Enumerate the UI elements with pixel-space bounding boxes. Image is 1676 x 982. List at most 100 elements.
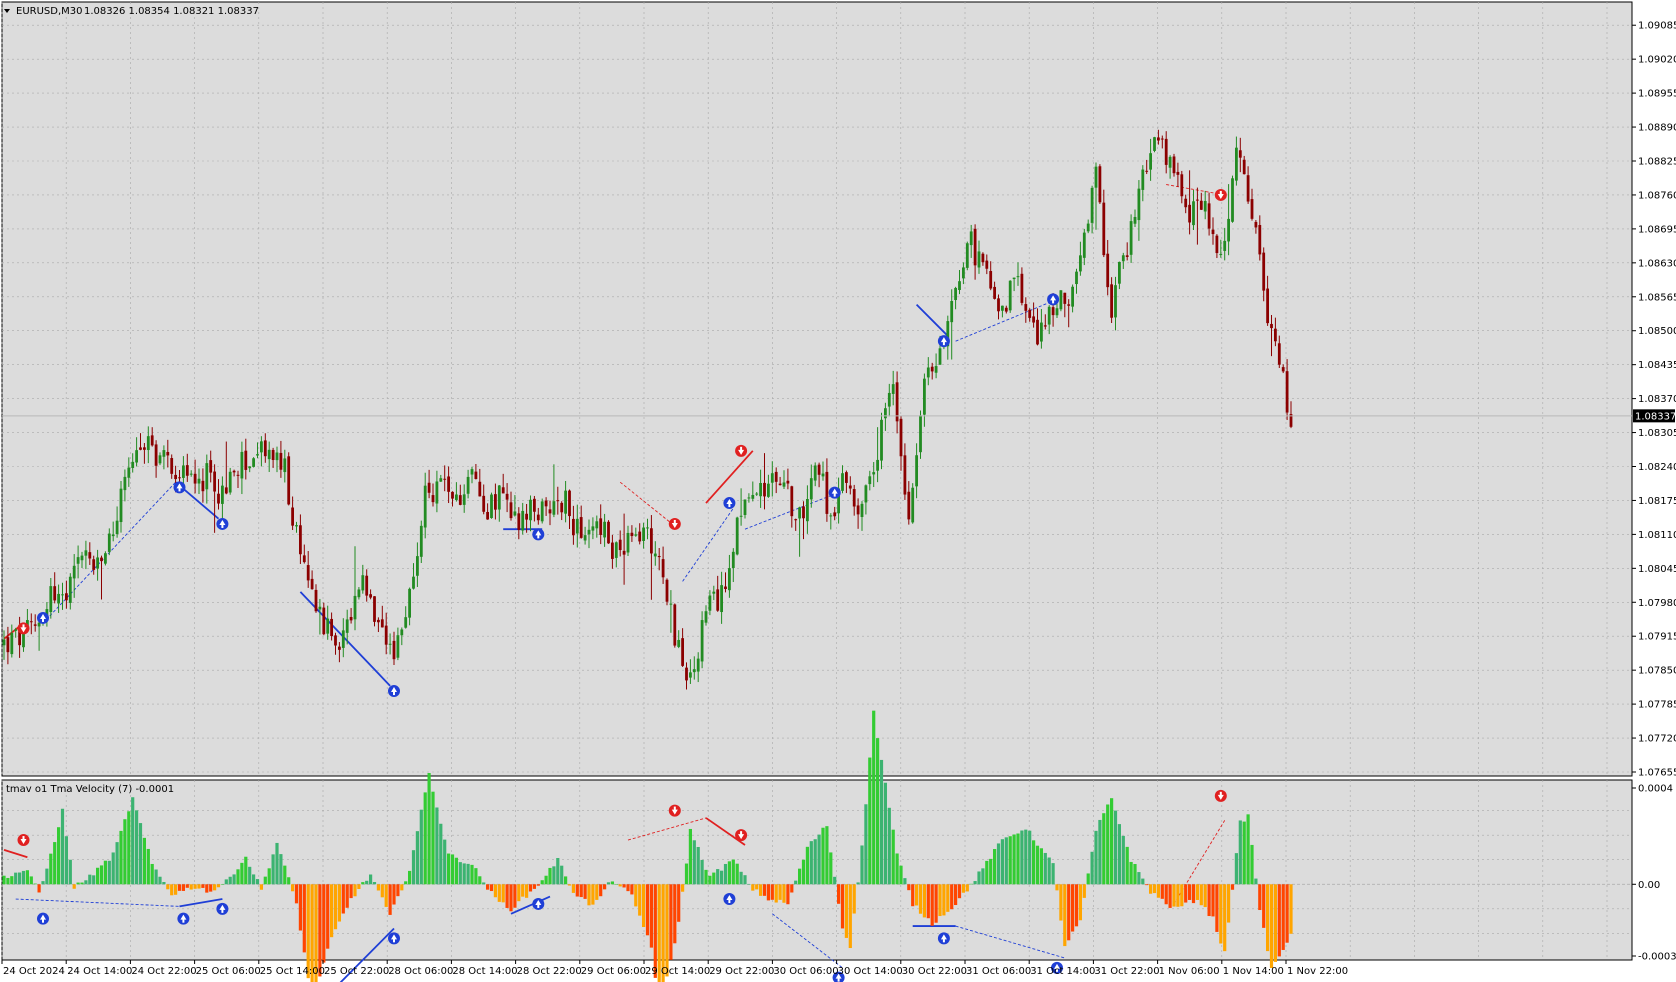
histogram-bar-positive [80, 882, 84, 885]
candle-bull [614, 542, 618, 558]
histogram-bar-positive [439, 823, 443, 885]
time-tick-label: 25 Oct 22:00 [324, 966, 389, 977]
candle-bull [720, 585, 723, 613]
arrow-up-icon [388, 685, 400, 698]
candle-bull [950, 300, 954, 323]
histogram-bar-positive [150, 863, 154, 885]
histogram-bar-positive [228, 876, 232, 885]
histogram-bar-positive [704, 869, 708, 885]
histogram-bar-positive [1035, 845, 1040, 885]
time-tick-label: 29 Oct 14:00 [645, 966, 710, 977]
candle-bull [1040, 322, 1043, 342]
candle-bull [751, 494, 755, 499]
histogram-bar-positive [1250, 844, 1254, 885]
histogram-bar-negative [189, 884, 193, 890]
candle-bull [712, 591, 716, 594]
chart-window[interactable]: 1.09085 1.09020 1.08955 1.08890 1.08825 1.087… [0, 0, 1676, 982]
histogram-bar-negative [1055, 884, 1059, 891]
time-tick-label: 24 Oct 22:00 [131, 966, 196, 977]
histogram-bar-positive [1028, 830, 1032, 885]
candle-bull [408, 588, 411, 618]
candle-bull [1075, 271, 1078, 285]
price-tick-label: 1.08890 [1638, 123, 1676, 134]
histogram-bar-positive [993, 849, 997, 885]
arrow-up-icon [532, 897, 545, 910]
histogram-bar-negative [665, 884, 669, 977]
arrow-down-icon [668, 517, 681, 530]
candle-bull [692, 669, 696, 673]
histogram-bar-positive [138, 823, 143, 885]
candle-bull [1192, 201, 1195, 226]
histogram-bar-negative [786, 884, 790, 905]
histogram-bar-negative [673, 884, 677, 944]
histogram-bar-positive [1020, 830, 1024, 885]
histogram-bar-negative [392, 884, 396, 905]
histogram-bar-positive [64, 836, 68, 885]
candle-bull [860, 503, 864, 518]
histogram-bar-positive [989, 858, 993, 885]
candle-bear [657, 555, 661, 558]
histogram-bar-negative [400, 884, 404, 891]
histogram-bar-negative [770, 884, 774, 900]
candle-bull [782, 482, 786, 487]
histogram-bar-negative [591, 884, 595, 905]
candle-bear [533, 498, 536, 512]
histogram-bar-positive [41, 881, 45, 885]
histogram-bar-negative [774, 884, 778, 903]
candle-bear [509, 502, 513, 519]
histogram-bar-negative [645, 884, 650, 936]
histogram-bar-positive [482, 882, 486, 885]
histogram-bar-negative [181, 884, 185, 891]
time-tick-label: 29 Oct 06:00 [581, 966, 646, 977]
histogram-bar-negative [513, 884, 517, 908]
histogram-bar-negative [837, 884, 841, 904]
chart-canvas[interactable]: 1.09085 1.09020 1.08955 1.08890 1.08825 1.087… [0, 0, 1676, 982]
histogram-bar-negative [166, 884, 170, 890]
candle-bull [962, 267, 965, 279]
candle-bear [1036, 319, 1039, 345]
histogram-bar-positive [478, 876, 482, 885]
candle-bull [646, 527, 649, 529]
histogram-bar-positive [255, 879, 260, 885]
candle-bull [767, 483, 770, 497]
candle-bear [92, 559, 96, 570]
histogram-bar-negative [1269, 884, 1274, 969]
histogram-bar-positive [1032, 840, 1036, 885]
candle-bear [458, 495, 462, 505]
histogram-bar-positive [142, 837, 146, 885]
histogram-bar-positive [415, 831, 419, 885]
histogram-bar-negative [638, 884, 642, 916]
candle-bear [560, 502, 564, 513]
candle-bear [1172, 156, 1176, 174]
candle-bear [1270, 323, 1273, 329]
histogram-bar-positive [240, 862, 244, 885]
candle-bull [80, 555, 84, 561]
histogram-bar-positive [1117, 824, 1121, 885]
histogram-bar-negative [1195, 884, 1199, 900]
arrow-shaft [740, 446, 743, 451]
histogram-bar-positive [1121, 835, 1125, 885]
histogram-bar-positive [1086, 873, 1090, 885]
histogram-bar-positive [552, 866, 556, 885]
arrow-shaft [221, 908, 224, 913]
histogram-bar-positive [556, 858, 560, 885]
candle-bull [529, 499, 532, 521]
histogram-bar-positive [96, 867, 100, 885]
histogram-bar-positive [14, 872, 18, 885]
candle-bull [587, 529, 591, 535]
time-tick-label: 30 Oct 22:00 [902, 966, 967, 977]
histogram-bar-negative [376, 884, 380, 891]
histogram-bar-negative [1176, 884, 1180, 907]
candle-bull [1016, 276, 1020, 278]
histogram-bar-positive [692, 840, 696, 885]
histogram-bar-positive [1102, 813, 1106, 885]
candle-bear [985, 260, 989, 269]
main-chart-area[interactable] [1, 1, 1633, 777]
histogram-bar-positive [817, 834, 821, 885]
arrow-down-icon [1214, 789, 1227, 802]
candle-bull [1153, 137, 1156, 151]
candle-bear [29, 621, 33, 623]
candle-bull [891, 384, 895, 394]
candle-bull [864, 485, 868, 503]
histogram-bar-negative [294, 884, 299, 904]
